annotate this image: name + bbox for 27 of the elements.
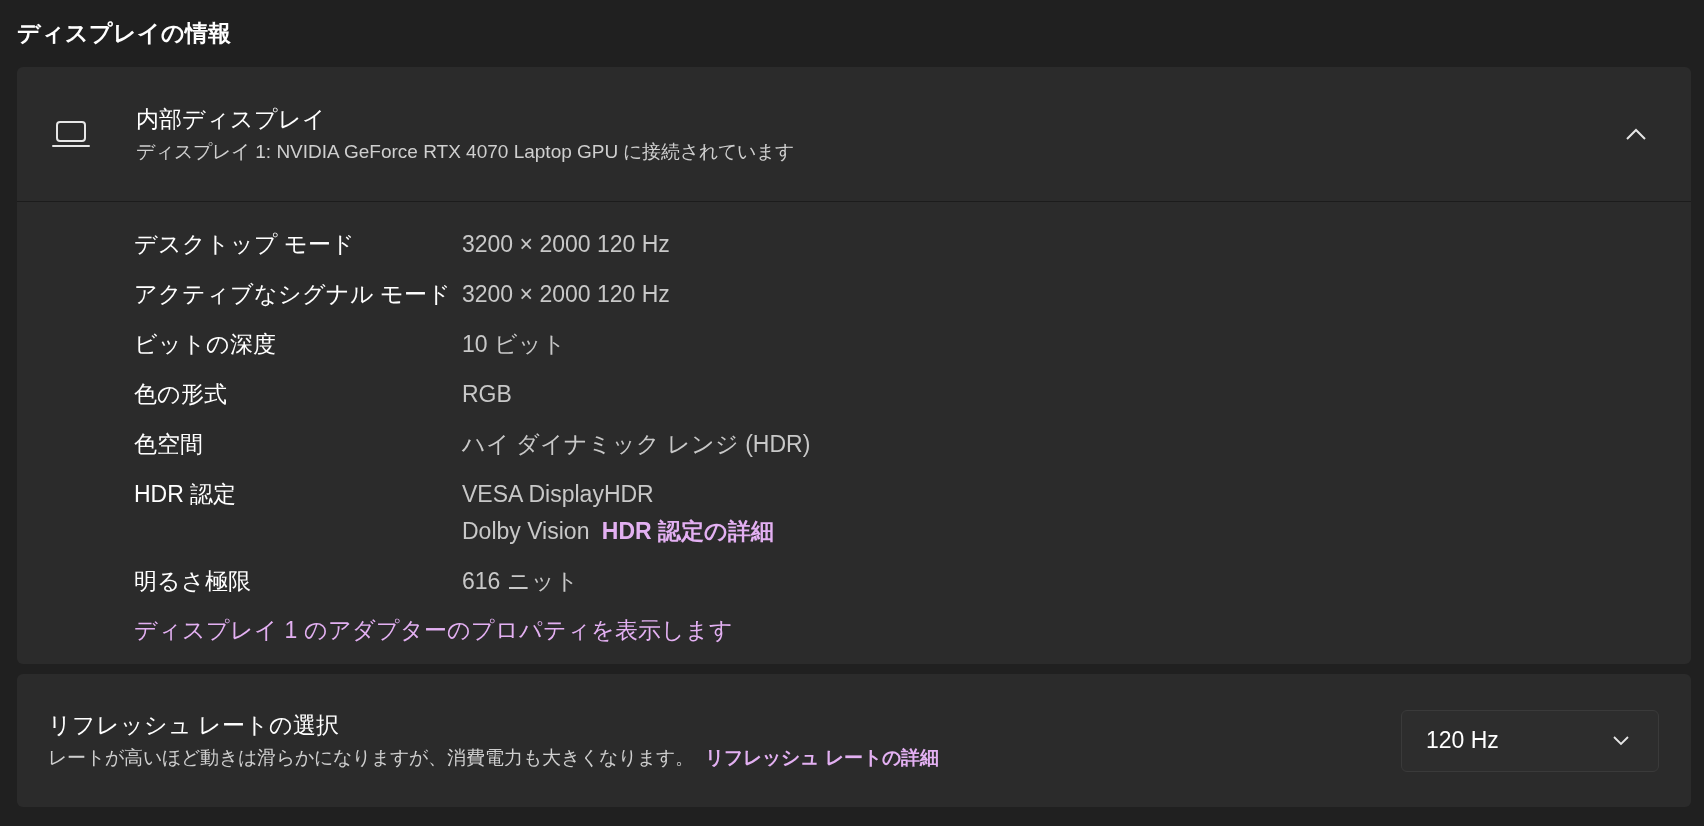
property-label: デスクトップ モード	[134, 230, 357, 259]
property-value: 3200 × 2000 120 Hz	[462, 281, 670, 307]
refresh-title: リフレッシュ レートの選択	[48, 711, 341, 740]
property-label: 色の形式	[134, 380, 228, 409]
property-value: 10 ビット	[462, 331, 566, 357]
property-value: VESA DisplayHDR	[462, 481, 654, 507]
adapter-properties-link[interactable]: ディスプレイ 1 のアダプターのプロパティを表示します	[134, 615, 733, 646]
details-link[interactable]: HDR 認定の詳細	[601, 518, 775, 544]
property-value: 616 ニット	[462, 568, 579, 594]
section-title: ディスプレイの情報	[17, 19, 232, 48]
property-label: ビットの深度	[134, 330, 277, 359]
refresh-rate-dropdown[interactable]: 120 Hz	[1401, 709, 1659, 772]
property-label: 色空間	[134, 430, 204, 459]
property-label: HDR 認定	[134, 480, 238, 509]
refresh-details-link[interactable]: リフレッシュ レートの詳細	[705, 747, 939, 768]
property-value: Dolby Vision	[462, 518, 590, 544]
laptop-icon	[52, 119, 90, 149]
display-title: 内部ディスプレイ	[136, 104, 327, 134]
refresh-description: レートが高いほど動きは滑らかになりますが、消費電力も大きくなります。	[48, 747, 694, 768]
property-value: ハイ ダイナミック レンジ (HDR)	[462, 431, 811, 457]
chevron-icon	[1625, 127, 1647, 141]
chevron-down-icon	[1612, 735, 1630, 746]
display-subtitle: ディスプレイ 1: NVIDIA GeForce RTX 4070 Laptop GPU に接続されています	[136, 139, 796, 164]
property-value: RGB	[462, 381, 512, 407]
property-label: 明るさ極限	[134, 567, 252, 596]
property-value: 3200 × 2000 120 Hz	[462, 231, 670, 257]
property-label: アクティブなシグナル モード	[134, 280, 453, 309]
